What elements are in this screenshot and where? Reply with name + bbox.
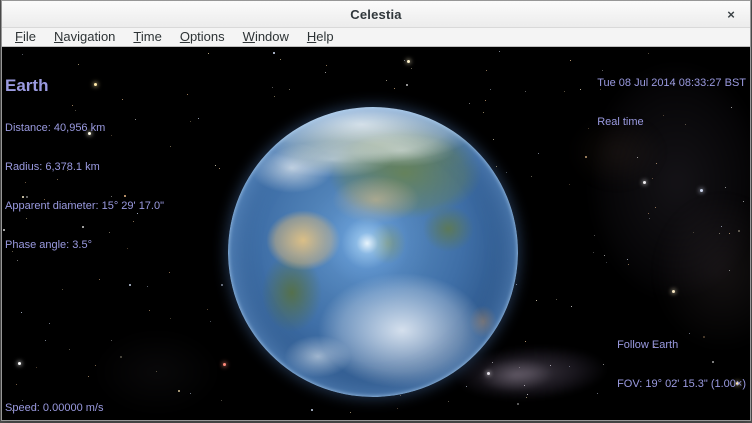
- fov-label: FOV: 19° 02' 15.3" (1.00×): [617, 378, 746, 391]
- selection-info: Earth Distance: 40,956 km Radius: 6,378.…: [5, 51, 164, 278]
- view-info: Follow Earth FOV: 19° 02' 15.3" (1.00×): [617, 313, 746, 417]
- selected-object-name: Earth: [5, 77, 164, 95]
- menu-item-window[interactable]: Window: [234, 28, 298, 46]
- info-phase-angle: Phase angle: 3.5°: [5, 239, 164, 252]
- info-distance: Distance: 40,956 km: [5, 122, 164, 135]
- window-title: Celestia: [350, 7, 401, 22]
- info-apparent-diameter: Apparent diameter: 15° 29' 17.0": [5, 200, 164, 213]
- close-button[interactable]: ×: [722, 5, 740, 23]
- follow-mode-label: Follow Earth: [617, 339, 746, 352]
- menu-item-options[interactable]: Options: [171, 28, 234, 46]
- datetime-label: Tue 08 Jul 2014 08:33:27 BST: [597, 77, 746, 90]
- nebula-haze: [97, 332, 217, 412]
- menu-item-time[interactable]: Time: [124, 28, 170, 46]
- menu-item-file[interactable]: File: [6, 28, 45, 46]
- titlebar[interactable]: Celestia ×: [2, 1, 750, 28]
- time-info: Tue 08 Jul 2014 08:33:27 BST Real time: [597, 51, 746, 155]
- menu-item-help[interactable]: Help: [298, 28, 343, 46]
- space-viewport[interactable]: Earth Distance: 40,956 km Radius: 6,378.…: [2, 47, 750, 420]
- menubar: File Navigation Time Options Window Help: [2, 28, 750, 47]
- close-icon: ×: [727, 7, 735, 22]
- speed-info: Speed: 0.00000 m/s: [5, 402, 103, 415]
- info-radius: Radius: 6,378.1 km: [5, 161, 164, 174]
- menu-item-navigation[interactable]: Navigation: [45, 28, 124, 46]
- earth-planet[interactable]: [228, 107, 518, 397]
- celestia-window: Celestia × File Navigation Time Options …: [1, 0, 751, 421]
- time-mode-label: Real time: [597, 116, 746, 129]
